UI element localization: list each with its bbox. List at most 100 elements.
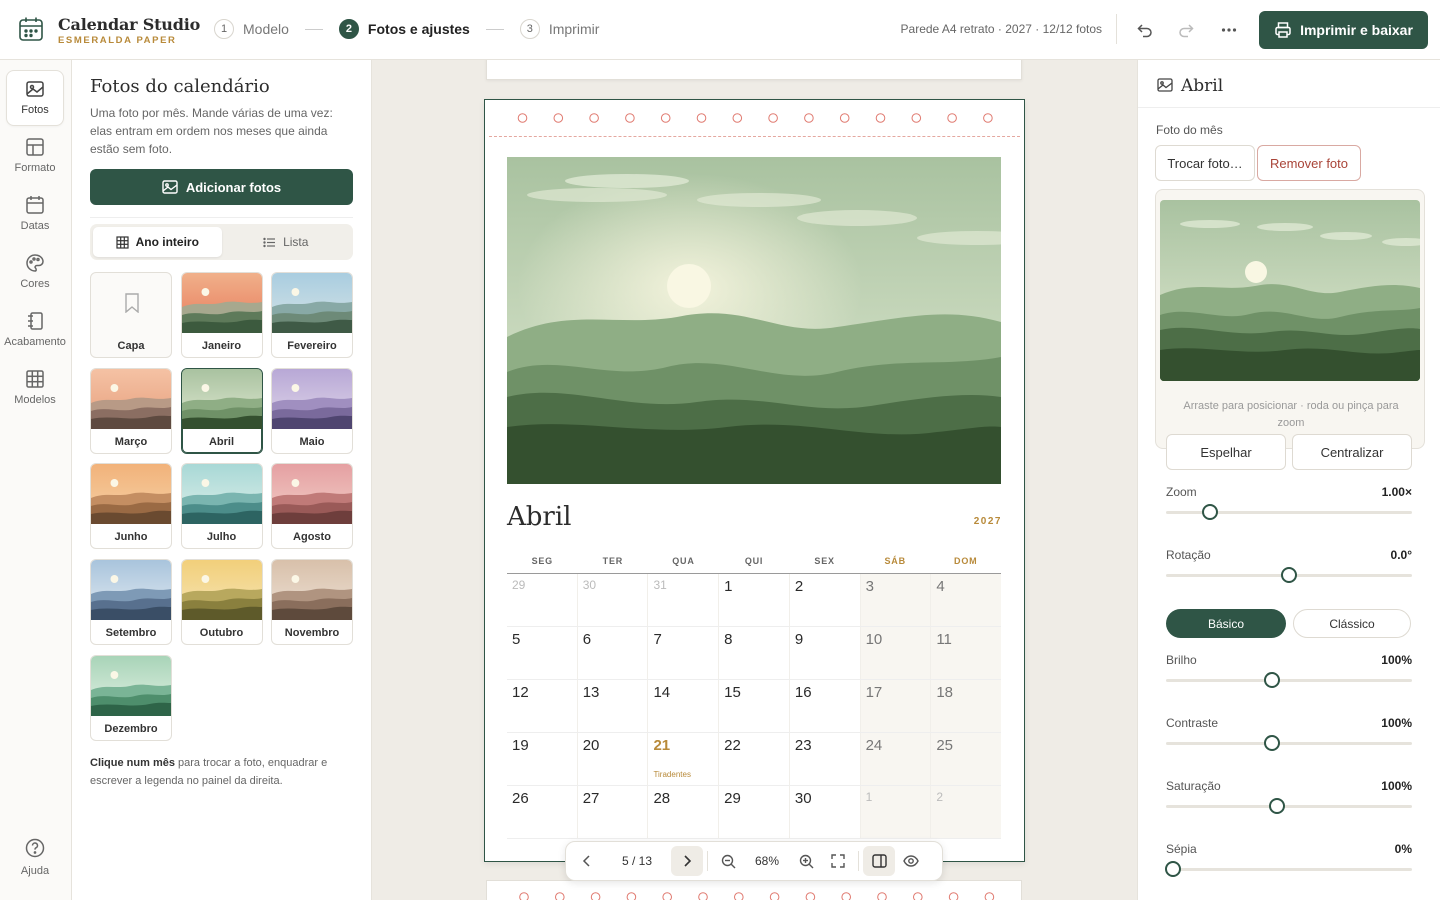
day-cell[interactable]: 29 [719,786,790,838]
day-cell[interactable]: 8 [719,627,790,679]
slider-knob[interactable] [1202,504,1219,520]
day-cell[interactable]: 19 [507,733,578,785]
saturation-slider[interactable]: Saturação 100% [1166,779,1412,814]
thumbnail-novembro[interactable]: Novembro [271,559,353,646]
thumbnail-outubro[interactable]: Outubro [180,559,263,646]
rail-item-fotos[interactable]: Fotos [6,70,64,126]
day-cell[interactable]: 1 [860,786,932,838]
day-cell[interactable]: 17 [860,680,932,732]
redo-icon[interactable] [1175,19,1197,41]
brightness-slider[interactable]: Brilho 100% [1166,653,1412,688]
day-cell[interactable]: 13 [578,680,649,732]
tab-classico[interactable]: Clássico [1293,609,1411,638]
day-cell[interactable]: 4 [931,574,1002,626]
month-title[interactable]: Abril [507,502,571,532]
thumbnail-maio[interactable]: Maio [271,367,353,454]
slider-knob[interactable] [1281,567,1297,583]
previous-page[interactable] [486,60,1022,80]
step-fotos-ajustes[interactable]: 2 Fotos e ajustes [338,19,470,39]
day-cell[interactable]: 20 [578,733,649,785]
sepia-slider[interactable]: Sépia 0% [1165,842,1412,877]
day-cell[interactable]: 9 [790,627,861,679]
thumbnail-setembro[interactable]: Setembro [90,559,172,646]
next-page-button[interactable] [671,846,703,876]
help-button[interactable]: Ajuda [6,838,64,877]
zoom-out-button[interactable] [712,846,744,876]
day-cell[interactable]: 1 [719,574,790,626]
previous-page-button[interactable] [571,846,603,876]
thumbnail-fevereiro[interactable]: Fevereiro [271,272,353,358]
calendar-page[interactable]: Abril 2027 SEG TER QUA QUI SEX SÁB DOM 29 30 31 1… [484,99,1025,862]
day-cell[interactable]: 27 [578,786,649,838]
more-options-icon[interactable] [1218,19,1240,41]
rail-item-modelos[interactable]: Modelos [6,360,64,416]
thumbnail-marco[interactable]: Março [90,367,172,454]
toggle-sidebar-button[interactable] [863,846,895,876]
day-cell[interactable]: 2 [790,574,861,626]
mirror-button[interactable]: Espelhar [1166,434,1286,470]
day-cell[interactable]: 22 [719,733,790,785]
replace-photo-button[interactable]: Trocar foto… [1155,145,1255,181]
rail-item-datas[interactable]: Datas [6,186,64,242]
day-cell[interactable]: 11 [931,627,1002,679]
slider-knob[interactable] [1165,861,1182,877]
day-cell[interactable]: 30 [578,574,649,626]
step-modelo[interactable]: 1 Modelo [214,19,289,39]
day-cell[interactable]: 30 [790,786,861,838]
contrast-slider[interactable]: Contraste 100% [1166,716,1412,751]
day-cell[interactable]: 7 [648,627,720,679]
thumbnail-janeiro[interactable]: Janeiro [180,272,263,358]
day-cell[interactable]: 26 [507,786,578,838]
photo-crop-preview[interactable] [1160,200,1420,381]
undo-icon[interactable] [1134,19,1156,41]
day-cell[interactable]: 5 [507,627,578,679]
day-cell[interactable]: 6 [578,627,649,679]
preview-button[interactable] [895,846,927,876]
rail-item-cores[interactable]: Cores [6,244,64,300]
thumbnail-dezembro[interactable]: Dezembro [90,654,172,741]
day-cell[interactable]: 3 [860,574,932,626]
thumbnail-abril[interactable]: Abril [180,367,263,454]
slider-knob[interactable] [1263,672,1280,688]
day-cell[interactable]: 28 [648,786,720,838]
day-cell[interactable]: 23 [790,733,861,785]
day-cell[interactable]: 24 [860,733,932,785]
day-cell[interactable]: 25 [931,733,1002,785]
day-cell[interactable]: 10 [860,627,932,679]
rail-item-acabamento[interactable]: Acabamento [4,302,66,358]
step-imprimir[interactable]: 3 Imprimir [519,19,599,39]
thumbnail-capa[interactable]: Capa [90,272,172,358]
day-cell[interactable]: 29 [507,574,578,626]
slider-knob[interactable] [1263,735,1280,751]
next-page[interactable] [486,880,1022,900]
thumbnail-agosto[interactable]: Agosto [271,463,353,550]
day-cell[interactable]: 31 [648,574,720,626]
month-photo[interactable] [507,157,1001,484]
tab-ano-inteiro[interactable]: Ano inteiro [93,227,222,257]
slider-track[interactable] [1166,868,1412,871]
day-cell[interactable]: 14 [648,680,720,732]
thumbnail-julho[interactable]: Julho [180,463,263,550]
thumbnail-junho[interactable]: Junho [90,463,172,550]
tab-basico[interactable]: Básico [1166,609,1286,638]
day-cell[interactable]: 18 [931,680,1002,732]
day-cell[interactable]: 15 [719,680,790,732]
day-cell[interactable]: 12 [507,680,578,732]
slider-track[interactable] [1166,805,1412,808]
slider-track[interactable] [1166,742,1412,745]
tab-lista[interactable]: Lista [222,227,351,257]
remove-photo-button[interactable]: Remover foto [1257,145,1361,181]
zoom-slider[interactable]: Zoom 1.00× [1166,485,1412,520]
day-cell[interactable]: 16 [790,680,861,732]
day-cell[interactable]: 21 Tiradentes [648,733,720,785]
zoom-in-button[interactable] [790,846,822,876]
day-cell[interactable]: 2 [931,786,1002,838]
fit-page-button[interactable] [822,846,854,876]
slider-knob[interactable] [1268,798,1285,814]
add-photos-button[interactable]: Adicionar fotos [90,169,353,205]
rotation-slider[interactable]: Rotação 0.0° [1166,548,1412,583]
slider-track[interactable] [1166,679,1412,682]
center-button[interactable]: Centralizar [1292,434,1412,470]
print-download-button[interactable]: Imprimir e baixar [1259,11,1428,49]
rail-item-formato[interactable]: Formato [6,128,64,184]
